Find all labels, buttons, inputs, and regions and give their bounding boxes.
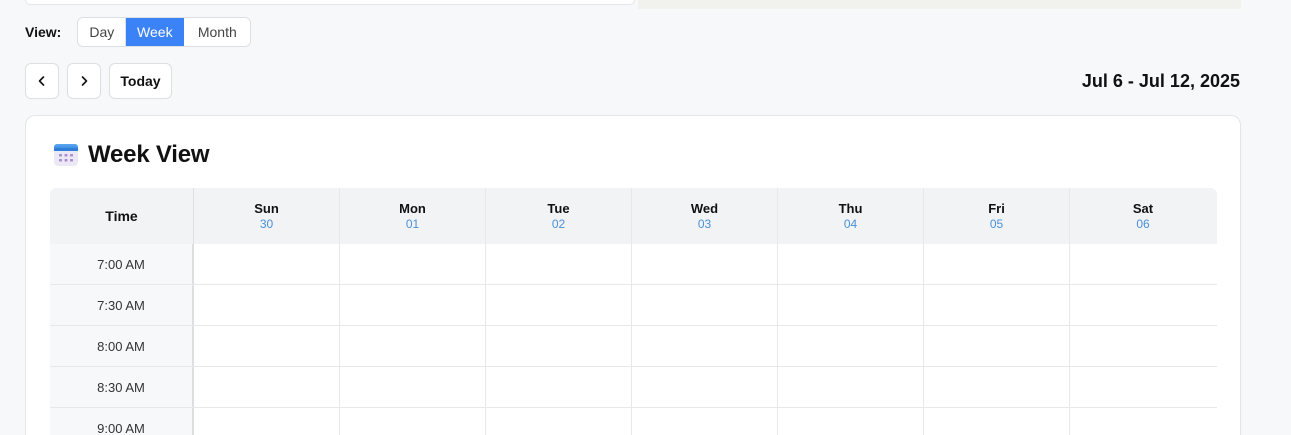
previous-panel-edge [25, 0, 635, 5]
time-slot[interactable] [194, 244, 340, 284]
time-slot[interactable] [1070, 367, 1216, 407]
time-slot[interactable] [486, 244, 632, 284]
time-row-0830: 8:30 AM [50, 367, 1217, 408]
time-label: 7:30 AM [50, 285, 194, 325]
time-slot[interactable] [340, 326, 486, 366]
time-label: 8:30 AM [50, 367, 194, 407]
day-name: Thu [838, 200, 863, 216]
day-name: Fri [988, 200, 1005, 216]
day-name: Sun [254, 200, 279, 216]
time-slot[interactable] [632, 285, 778, 325]
day-date: 01 [405, 216, 420, 231]
day-date: 04 [843, 216, 858, 231]
time-slot[interactable] [924, 285, 1070, 325]
week-view-card: Week View Time Sun 30 Mon 01 Tue 02 Wed … [25, 115, 1241, 435]
day-date: 30 [259, 216, 274, 231]
next-week-button[interactable] [67, 63, 101, 99]
week-grid: Time Sun 30 Mon 01 Tue 02 Wed 03 Thu 04 [50, 188, 1217, 435]
day-name: Wed [690, 200, 719, 216]
day-date: 02 [551, 216, 566, 231]
today-button[interactable]: Today [109, 63, 172, 99]
chevron-left-icon [38, 76, 45, 86]
time-slot[interactable] [194, 326, 340, 366]
time-slot[interactable] [632, 367, 778, 407]
time-slot[interactable] [340, 408, 486, 435]
previous-week-button[interactable] [25, 63, 59, 99]
time-row-0900: 9:00 AM [50, 408, 1217, 435]
time-slot[interactable] [778, 408, 924, 435]
day-name: Sat [1132, 200, 1154, 216]
day-header-sun[interactable]: Sun 30 [194, 188, 340, 244]
time-row-0700: 7:00 AM [50, 244, 1217, 285]
time-row-0730: 7:30 AM [50, 285, 1217, 326]
time-slot[interactable] [924, 244, 1070, 284]
time-slot[interactable] [340, 285, 486, 325]
time-slot[interactable] [778, 367, 924, 407]
day-header-fri[interactable]: Fri 05 [924, 188, 1070, 244]
previous-panel-strip [638, 0, 1241, 9]
chevron-right-icon [81, 76, 88, 86]
time-slot[interactable] [632, 326, 778, 366]
time-slot[interactable] [194, 367, 340, 407]
time-slot[interactable] [778, 244, 924, 284]
card-header: Week View [53, 141, 210, 169]
time-slot[interactable] [486, 285, 632, 325]
view-month-button[interactable]: Month [184, 18, 251, 46]
day-header-mon[interactable]: Mon 01 [340, 188, 486, 244]
day-name: Tue [547, 200, 570, 216]
time-row-0800: 8:00 AM [50, 326, 1217, 367]
time-slot[interactable] [486, 326, 632, 366]
time-slot[interactable] [924, 326, 1070, 366]
date-range-label: Jul 6 - Jul 12, 2025 [1081, 71, 1240, 91]
view-switcher-row: View: Day Week Month [25, 17, 252, 47]
time-slot[interactable] [340, 367, 486, 407]
time-label: 7:00 AM [50, 244, 194, 284]
time-slot[interactable] [632, 408, 778, 435]
time-slot[interactable] [194, 408, 340, 435]
card-title: Week View [88, 141, 210, 168]
time-slot[interactable] [1070, 326, 1216, 366]
time-slot[interactable] [486, 408, 632, 435]
time-slot[interactable] [924, 367, 1070, 407]
time-column-header: Time [50, 188, 194, 244]
calendar-icon [54, 144, 78, 166]
time-slot[interactable] [1070, 244, 1216, 284]
time-slot[interactable] [778, 326, 924, 366]
time-slot[interactable] [486, 367, 632, 407]
time-label: 9:00 AM [50, 408, 194, 435]
time-slot[interactable] [632, 244, 778, 284]
day-name: Mon [399, 200, 426, 216]
time-label: 8:00 AM [50, 326, 194, 366]
view-day-button[interactable]: Day [78, 18, 127, 46]
time-slot[interactable] [340, 244, 486, 284]
time-slot[interactable] [924, 408, 1070, 435]
time-slot[interactable] [778, 285, 924, 325]
day-header-tue[interactable]: Tue 02 [486, 188, 632, 244]
time-slot[interactable] [194, 285, 340, 325]
grid-header-row: Time Sun 30 Mon 01 Tue 02 Wed 03 Thu 04 [50, 188, 1217, 244]
day-date: 05 [989, 216, 1004, 231]
day-header-wed[interactable]: Wed 03 [632, 188, 778, 244]
day-header-sat[interactable]: Sat 06 [1070, 188, 1216, 244]
day-date: 06 [1136, 216, 1150, 231]
time-slot[interactable] [1070, 408, 1216, 435]
view-label: View: [25, 24, 62, 40]
view-segmented-control: Day Week Month [77, 17, 252, 47]
time-slot[interactable] [1070, 285, 1216, 325]
day-header-thu[interactable]: Thu 04 [778, 188, 924, 244]
view-week-button[interactable]: Week [126, 18, 185, 46]
day-date: 03 [697, 216, 712, 231]
